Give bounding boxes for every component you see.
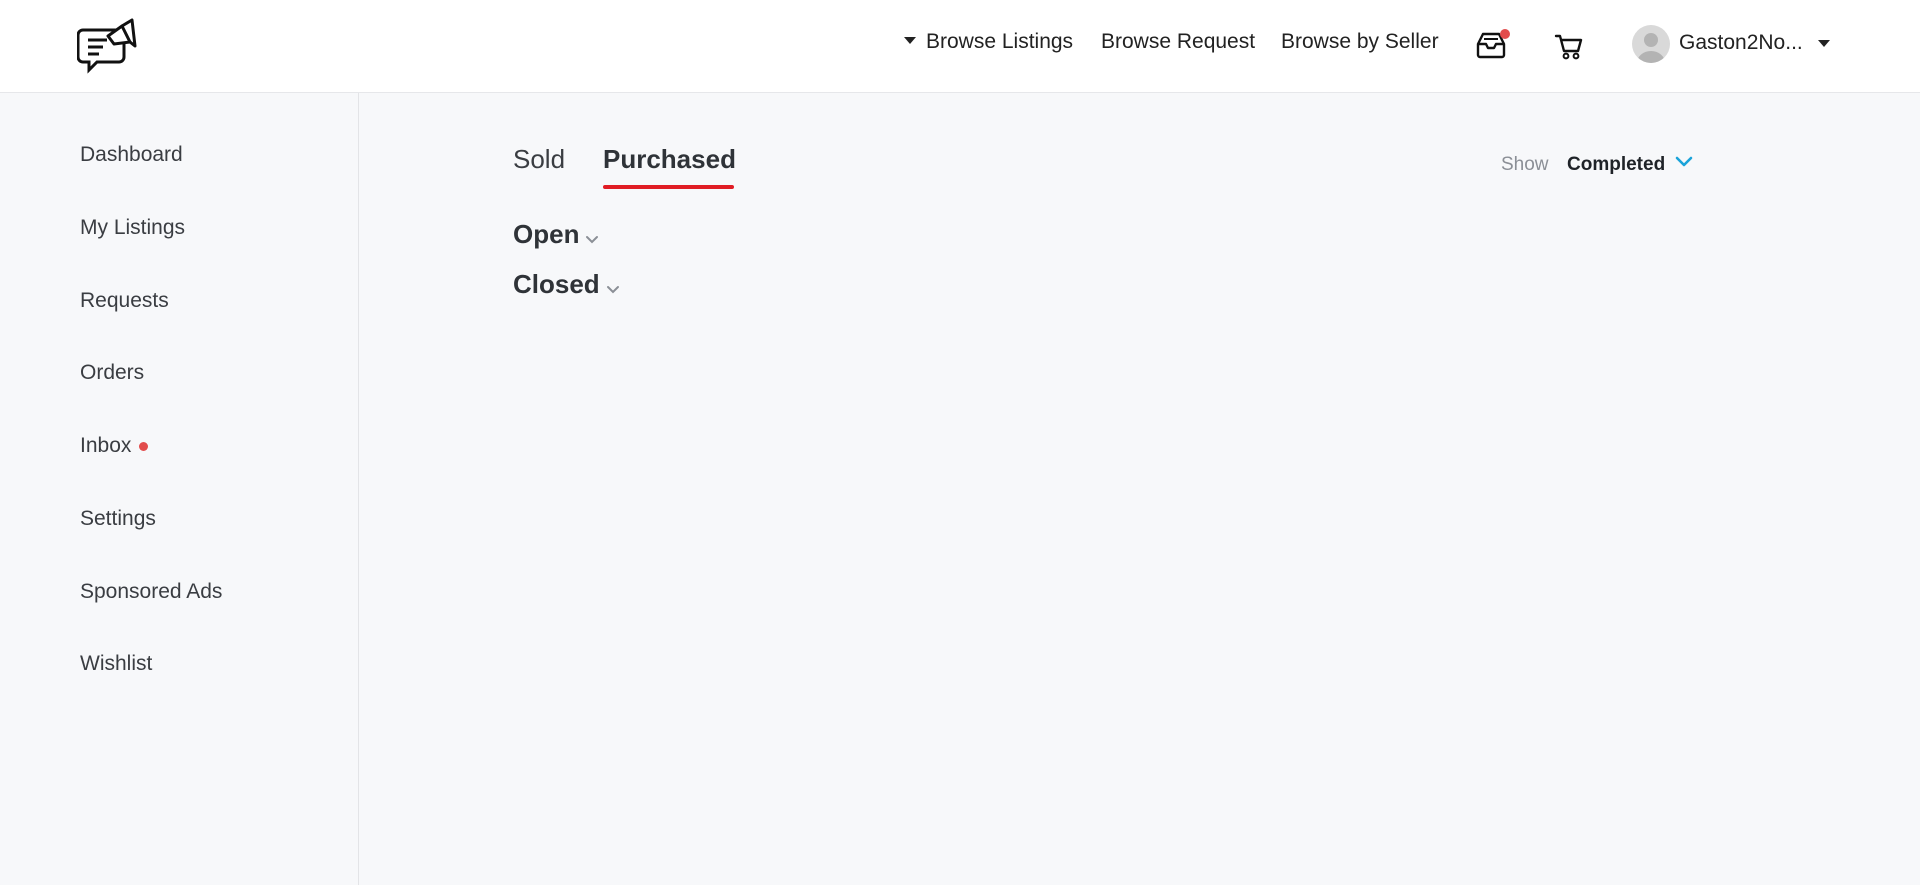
- sidebar-item-my-listings[interactable]: My Listings: [80, 216, 185, 240]
- inbox-notification-dot: [1500, 29, 1510, 39]
- sidebar-item-orders[interactable]: Orders: [80, 361, 144, 385]
- user-menu[interactable]: Gaston2No...: [1679, 31, 1803, 55]
- sidebar-item-sponsored-ads[interactable]: Sponsored Ads: [80, 580, 222, 604]
- nav-browse-listings-label: Browse Listings: [926, 30, 1074, 53]
- cart-icon[interactable]: [1554, 33, 1584, 61]
- inbox-tray-icon[interactable]: [1474, 29, 1510, 60]
- megaphone-chat-icon[interactable]: [76, 14, 137, 78]
- tab-purchased[interactable]: Purchased: [603, 144, 736, 175]
- nav-browse-request[interactable]: Browse Request: [1101, 30, 1255, 54]
- sidebar-item-inbox[interactable]: Inbox: [80, 434, 149, 458]
- top-header: Browse Listings Browse Request Browse by…: [0, 0, 1920, 93]
- section-closed[interactable]: Closed: [513, 269, 620, 302]
- inbox-unread-dot: [139, 441, 149, 451]
- sidebar-item-inbox-label: Inbox: [80, 434, 132, 457]
- chevron-down-icon: [606, 271, 620, 302]
- chevron-down-icon: [585, 221, 599, 252]
- show-filter-select[interactable]: Completed: [1567, 154, 1665, 176]
- tab-sold[interactable]: Sold: [513, 144, 565, 175]
- nav-browse-listings[interactable]: Browse Listings: [904, 30, 1073, 54]
- section-closed-label: Closed: [513, 269, 600, 299]
- show-filter-label: Show: [1501, 154, 1549, 175]
- sidebar-item-dashboard[interactable]: Dashboard: [80, 143, 183, 167]
- sidebar-item-settings[interactable]: Settings: [80, 507, 156, 531]
- chevron-down-icon[interactable]: [1675, 155, 1693, 174]
- section-open-label: Open: [513, 219, 580, 249]
- avatar[interactable]: [1632, 25, 1670, 63]
- active-tab-underline: [603, 185, 734, 189]
- user-name: Gaston2No...: [1679, 31, 1803, 54]
- sidebar-item-wishlist[interactable]: Wishlist: [80, 652, 152, 676]
- sidebar-item-requests[interactable]: Requests: [80, 289, 169, 313]
- caret-down-icon: [904, 36, 916, 44]
- section-open[interactable]: Open: [513, 219, 599, 252]
- nav-browse-by-seller[interactable]: Browse by Seller: [1281, 30, 1439, 54]
- user-menu-caret-icon[interactable]: [1818, 40, 1830, 47]
- sidebar: Dashboard My Listings Requests Orders In…: [0, 93, 359, 885]
